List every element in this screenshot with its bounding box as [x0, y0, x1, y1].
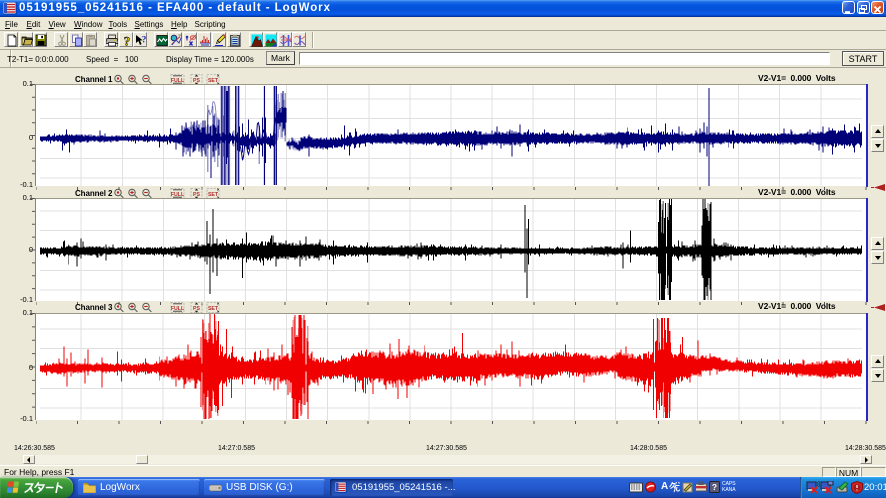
- svg-text:?: ?: [712, 482, 717, 492]
- svg-text:?: ?: [142, 36, 147, 46]
- svg-text:?: ?: [123, 34, 130, 47]
- svg-text:SET: SET: [208, 306, 219, 312]
